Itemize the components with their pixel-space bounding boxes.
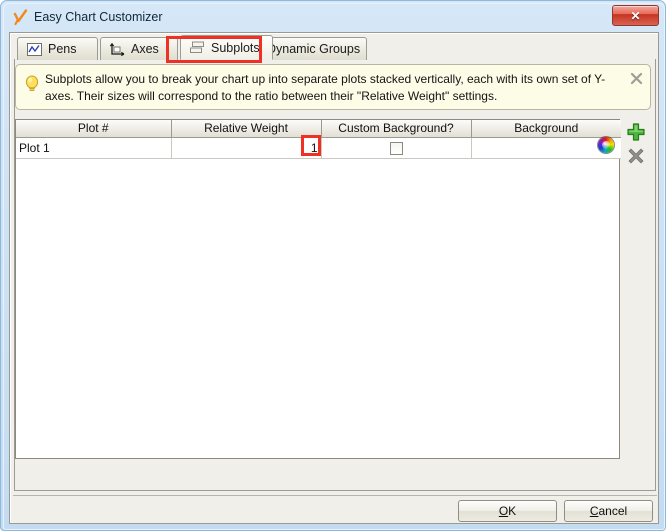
lightbulb-icon	[24, 74, 40, 94]
remove-row-button[interactable]	[625, 145, 647, 167]
cancel-button[interactable]: Cancel	[564, 500, 653, 522]
tab-label: Subplots	[211, 40, 260, 55]
close-icon: ✕	[630, 8, 641, 23]
cancel-label-rest: ancel	[598, 504, 628, 518]
background-dropdown[interactable]	[475, 138, 619, 158]
add-row-button[interactable]	[625, 121, 647, 143]
tab-label: Axes	[131, 42, 159, 56]
title-bar: Easy Chart Customizer ✕	[4, 4, 664, 30]
column-header-relative-weight[interactable]: Relative Weight	[171, 120, 322, 138]
axes-icon	[109, 42, 126, 57]
table-header-row: Plot # Relative Weight Custom Background…	[16, 120, 621, 138]
column-header-background[interactable]: Background	[471, 120, 621, 138]
hint-banner: Subplots allow you to break your chart u…	[15, 64, 651, 110]
tab-subplots[interactable]: Subplots	[180, 35, 273, 60]
table-row[interactable]: Plot 1 1	[16, 137, 621, 159]
column-header-plot[interactable]: Plot #	[16, 120, 172, 138]
hint-text: Subplots allow you to break your chart u…	[45, 72, 606, 103]
row-actions	[625, 119, 649, 171]
pen-line-chart-icon	[26, 42, 43, 57]
easy-chart-icon	[12, 8, 30, 26]
color-picker-icon[interactable]	[598, 137, 614, 153]
dialog-window: Easy Chart Customizer ✕ Pens Axes Subplo…	[0, 0, 666, 531]
tab-strip: Pens Axes Subplots Dynamic Groups	[13, 35, 657, 60]
window-title: Easy Chart Customizer	[34, 10, 163, 24]
cancel-mnemonic: C	[589, 504, 599, 518]
ok-button[interactable]: OK	[458, 500, 557, 522]
cell-custom-background[interactable]	[321, 137, 472, 159]
subplots-stacked-icon	[189, 40, 206, 55]
close-hint-icon[interactable]	[629, 71, 644, 86]
tab-axes[interactable]: Axes	[100, 37, 178, 60]
ok-mnemonic: O	[498, 504, 509, 518]
close-window-button[interactable]: ✕	[612, 5, 659, 26]
tab-label: Pens	[48, 42, 77, 56]
column-header-custom-background[interactable]: Custom Background?	[321, 120, 472, 138]
tab-dynamic-groups[interactable]: Dynamic Groups	[258, 37, 367, 60]
cell-relative-weight[interactable]: 1	[171, 137, 322, 159]
ok-label-rest: K	[508, 504, 517, 518]
dialog-button-bar: OK Cancel	[13, 495, 657, 522]
custom-background-checkbox[interactable]	[389, 141, 403, 155]
tab-label: Dynamic Groups	[267, 42, 361, 56]
cell-plot-name[interactable]: Plot 1	[16, 137, 172, 159]
tab-pens[interactable]: Pens	[17, 37, 98, 60]
subplots-table[interactable]: Plot # Relative Weight Custom Background…	[15, 119, 621, 459]
